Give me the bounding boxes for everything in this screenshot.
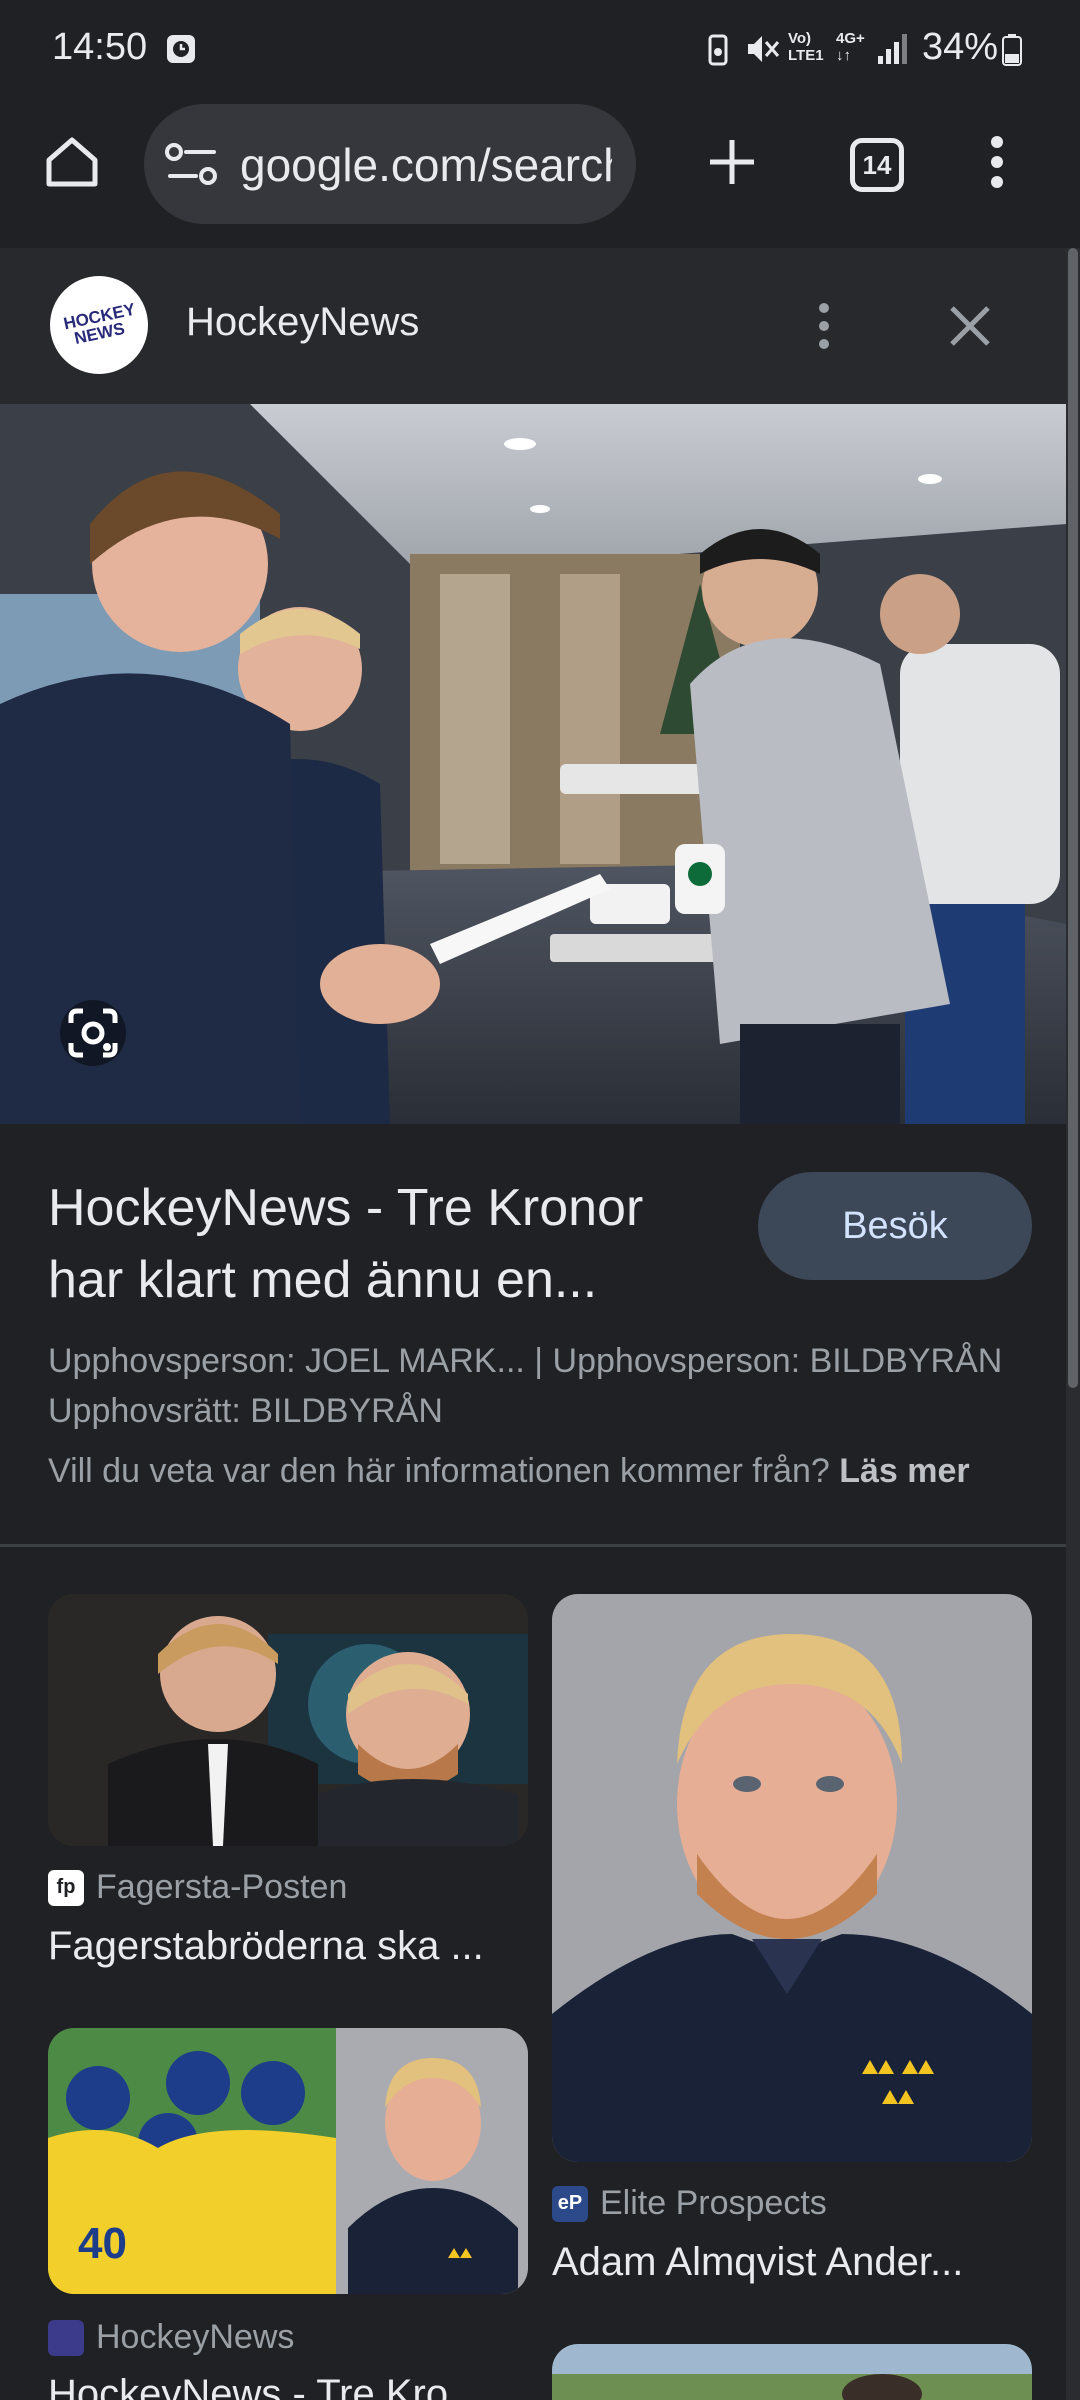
battery-percent: 34% <box>922 26 999 68</box>
hockeynews-favicon <box>48 2319 84 2356</box>
related-source-name-2[interactable]: Elite Prospects <box>600 2184 827 2223</box>
tab-switcher-button[interactable]: 14 <box>850 138 904 192</box>
new-tab-icon[interactable] <box>696 126 768 198</box>
site-settings-icon[interactable] <box>164 142 220 186</box>
main-result-image[interactable] <box>0 404 1066 1124</box>
learn-more-link[interactable]: Läs mer <box>839 1452 969 1490</box>
fagersta-posten-favicon: fp <box>48 1869 84 1906</box>
data-saver-icon <box>708 34 728 66</box>
related-source-name-3[interactable]: HockeyNews <box>96 2318 294 2357</box>
more-options-icon[interactable] <box>970 126 1024 198</box>
mute-icon <box>748 36 780 62</box>
result-title-line2[interactable]: har klart med ännu en... <box>48 1244 728 1316</box>
svg-text:40: 40 <box>78 2219 127 2268</box>
related-source-name-1[interactable]: Fagersta-Posten <box>96 1868 347 1907</box>
url-text[interactable]: google.com/search <box>240 138 612 192</box>
close-icon[interactable] <box>940 296 1000 356</box>
related-image-2[interactable] <box>552 1594 1032 2162</box>
related-title-1[interactable]: Fagerstabröderna ska ... <box>48 1924 484 1969</box>
network-type: 4G+ <box>836 30 865 47</box>
hockeynews-logo: HOCKEY NEWS <box>50 276 148 374</box>
photo-team-gathering <box>0 404 1066 1124</box>
related-source-2[interactable]: eP Elite Prospects <box>552 2184 827 2223</box>
network-indicator: 4G+ ↓↑ <box>836 30 865 64</box>
photo-outdoor <box>552 2344 1032 2400</box>
status-time: 14:50 <box>52 26 148 68</box>
battery-icon <box>1002 34 1022 66</box>
related-title-2[interactable]: Adam Almqvist Ander... <box>552 2240 963 2285</box>
related-source-1[interactable]: fp Fagersta-Posten <box>48 1868 347 1907</box>
visit-button[interactable]: Besök <box>758 1172 1032 1280</box>
volte-indicator: Vo) LTE1 <box>788 30 824 64</box>
photo-player-portrait <box>552 1594 1032 2162</box>
address-bar[interactable]: google.com/search <box>144 104 636 224</box>
result-title[interactable]: HockeyNews - Tre Kronor har klart med än… <box>48 1172 728 1316</box>
related-image-4[interactable] <box>552 2344 1032 2400</box>
scrollbar-thumb[interactable] <box>1068 248 1078 1388</box>
notification-icon <box>167 35 195 63</box>
info-prefix: Vill du veta var den här informationen k… <box>48 1452 830 1490</box>
photo-team-celebration: 40 <box>48 2028 528 2294</box>
related-source-3[interactable]: HockeyNews <box>48 2318 294 2357</box>
source-header <box>0 248 1066 404</box>
source-menu-icon[interactable] <box>804 296 844 356</box>
source-name[interactable]: HockeyNews <box>186 300 419 345</box>
signal-icon <box>878 34 907 64</box>
related-title-3[interactable]: HockeyNews - Tre Kro... <box>48 2372 481 2400</box>
photo-two-men <box>48 1594 528 1846</box>
copyright-line: Upphovsrätt: BILDBYRÅN <box>48 1392 443 1430</box>
google-lens-icon[interactable] <box>60 1000 126 1066</box>
elite-prospects-favicon: eP <box>552 2185 588 2222</box>
home-icon[interactable] <box>36 126 108 198</box>
related-image-1[interactable] <box>48 1594 528 1846</box>
related-image-3[interactable]: 40 <box>48 2028 528 2294</box>
result-title-line1[interactable]: HockeyNews - Tre Kronor <box>48 1172 728 1244</box>
status-bar: 14:50 Vo) LTE1 4G+ ↓↑ 34% <box>0 0 1080 100</box>
lte-label: LTE1 <box>788 47 824 64</box>
info-line: Vill du veta var den här informationen k… <box>48 1452 970 1491</box>
section-divider <box>0 1544 1066 1547</box>
credit-line: Upphovsperson: JOEL MARK... | Upphovsper… <box>48 1342 1003 1380</box>
